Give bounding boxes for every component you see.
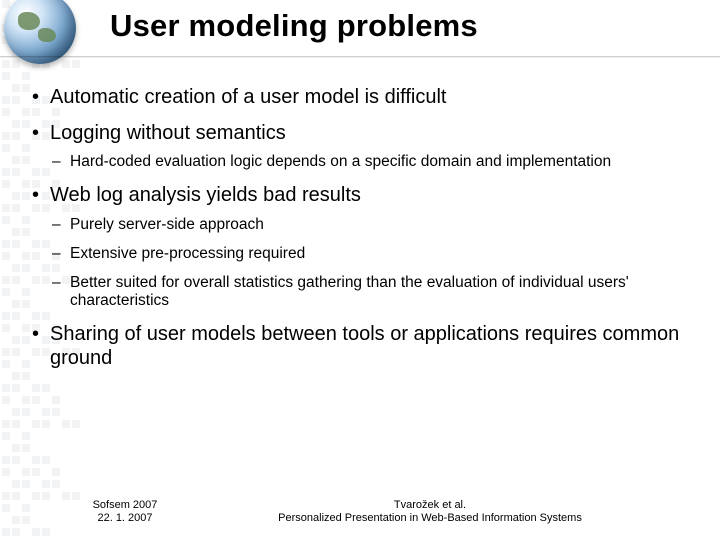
title-underline <box>0 56 720 58</box>
sub-item: Better suited for overall statistics gat… <box>50 274 700 312</box>
footer-conference: Sofsem 2007 <box>50 499 200 513</box>
sub-item: Hard-coded evaluation logic depends on a… <box>50 153 700 172</box>
slide-title: User modeling problems <box>110 8 478 44</box>
sub-list: Purely server-side approach Extensive pr… <box>50 216 700 312</box>
bullet-text: Automatic creation of a user model is di… <box>50 86 446 108</box>
bullet-text: Web log analysis yields bad results <box>50 184 361 206</box>
bullet-item: Sharing of user models between tools or … <box>28 323 700 370</box>
slide-body: Automatic creation of a user model is di… <box>28 86 700 383</box>
sub-item: Purely server-side approach <box>50 216 700 235</box>
footer-authors: Tvarožek et al. <box>200 499 660 513</box>
footer-center: Tvarožek et al. Personalized Presentatio… <box>200 499 720 527</box>
bullet-list: Automatic creation of a user model is di… <box>28 86 700 371</box>
bullet-text: Sharing of user models between tools or … <box>50 323 679 369</box>
bullet-text: Logging without semantics <box>50 122 286 144</box>
bullet-item: Web log analysis yields bad results Pure… <box>28 184 700 311</box>
globe-decoration <box>4 0 94 82</box>
slide-footer: Sofsem 2007 22. 1. 2007 Tvarožek et al. … <box>0 499 720 527</box>
sub-list: Hard-coded evaluation logic depends on a… <box>50 153 700 172</box>
footer-paper-title: Personalized Presentation in Web-Based I… <box>200 512 660 526</box>
bullet-item: Automatic creation of a user model is di… <box>28 86 700 110</box>
globe-icon <box>4 0 76 64</box>
bullet-item: Logging without semantics Hard-coded eva… <box>28 122 700 173</box>
footer-left: Sofsem 2007 22. 1. 2007 <box>0 499 200 527</box>
sub-item: Extensive pre-processing required <box>50 245 700 264</box>
footer-date: 22. 1. 2007 <box>50 512 200 526</box>
